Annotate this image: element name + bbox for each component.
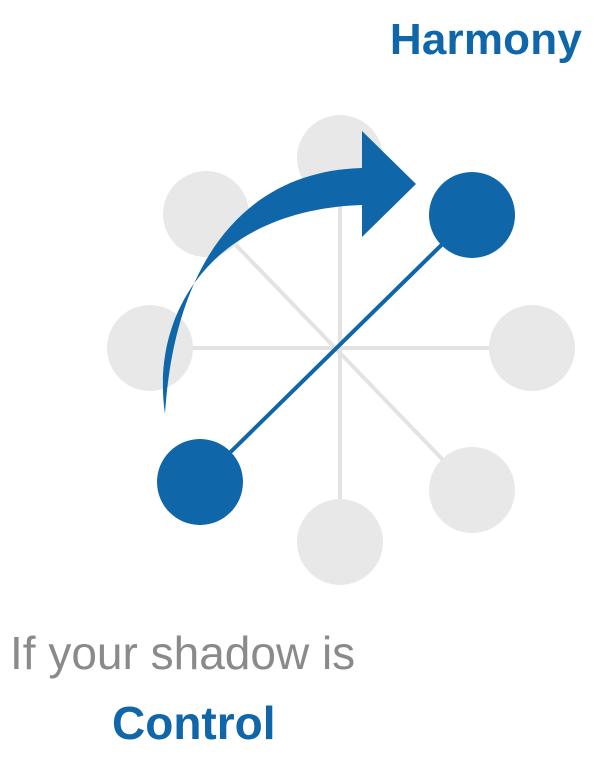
node-bottom xyxy=(297,499,383,585)
node-right xyxy=(489,305,575,391)
node-shadow xyxy=(157,439,243,525)
subcaption-label: Control xyxy=(112,697,276,749)
title-label: Harmony xyxy=(389,15,582,64)
node-harmony xyxy=(429,172,515,258)
caption-label: If your shadow is xyxy=(10,627,356,679)
node-bottom-right xyxy=(429,447,515,533)
node-top-left xyxy=(163,171,249,257)
